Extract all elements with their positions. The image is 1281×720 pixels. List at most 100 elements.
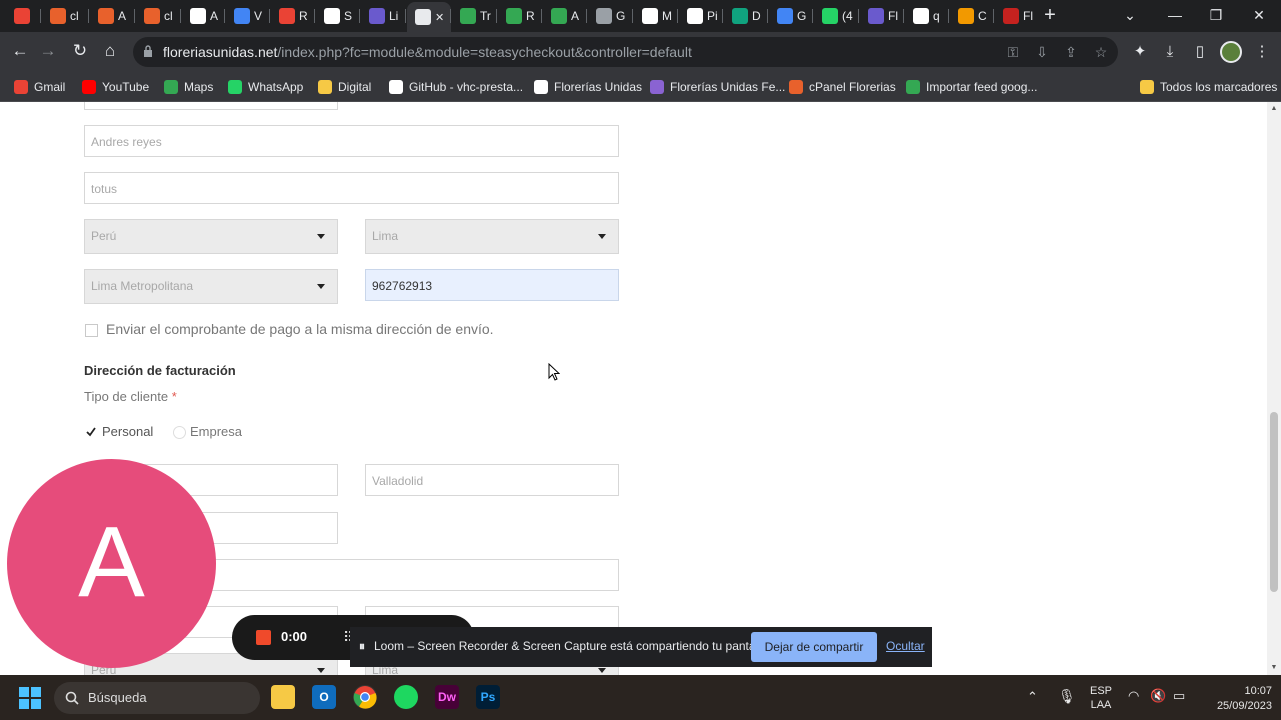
empresa-radio[interactable] bbox=[173, 426, 186, 439]
browser-tab[interactable]: (4 bbox=[814, 4, 854, 28]
bookmark-favicon-icon bbox=[906, 80, 920, 94]
file-explorer-icon[interactable] bbox=[271, 685, 295, 709]
bookmark-favicon-icon bbox=[389, 80, 403, 94]
same-address-label[interactable]: Enviar el comprobante de pago a la misma… bbox=[106, 321, 494, 337]
scrollbar-thumb[interactable] bbox=[1270, 412, 1278, 592]
browser-tab[interactable]: G bbox=[588, 4, 628, 28]
share-icon[interactable]: ⇪ bbox=[1063, 44, 1079, 60]
new-tab-button[interactable]: + bbox=[1040, 5, 1060, 26]
photoshop-icon[interactable]: Ps bbox=[476, 685, 500, 709]
name-input[interactable]: Andres reyes bbox=[84, 125, 619, 157]
browser-tab[interactable]: cl bbox=[136, 4, 176, 28]
phone-input[interactable]: 962762913 bbox=[365, 269, 619, 301]
stop-recording-button[interactable] bbox=[256, 630, 271, 645]
volume-muted-icon[interactable]: 🔇 bbox=[1150, 688, 1166, 704]
minimize-button[interactable]: — bbox=[1163, 4, 1187, 28]
empresa-option-label[interactable]: Empresa bbox=[190, 424, 242, 439]
billing-city-input[interactable]: Valladolid bbox=[365, 464, 619, 496]
outlook-icon[interactable]: O bbox=[312, 685, 336, 709]
chrome-menu-icon[interactable]: ⋮ bbox=[1252, 42, 1272, 62]
country-select[interactable]: Perú bbox=[84, 219, 338, 254]
scroll-down-arrow-icon[interactable]: ▼ bbox=[1270, 664, 1278, 672]
forward-button[interactable]: → bbox=[36, 40, 60, 64]
bookmark-item[interactable]: WhatsApp bbox=[228, 77, 303, 97]
browser-tab[interactable]: C bbox=[950, 4, 990, 28]
dreamweaver-icon[interactable]: Dw bbox=[435, 685, 459, 709]
browser-tab[interactable]: Tr bbox=[452, 4, 492, 28]
browser-tab[interactable]: M bbox=[634, 4, 674, 28]
browser-tab[interactable]: q bbox=[905, 4, 945, 28]
same-address-checkbox[interactable] bbox=[85, 324, 98, 337]
close-tab-icon[interactable]: ✕ bbox=[435, 11, 444, 24]
tray-overflow-icon[interactable]: ⌃ bbox=[1027, 689, 1038, 705]
browser-tab[interactable]: A bbox=[543, 4, 583, 28]
region-select[interactable]: Lima Metropolitana bbox=[84, 269, 338, 304]
hide-share-bar-link[interactable]: Ocultar bbox=[886, 639, 925, 653]
tab-separator bbox=[88, 9, 89, 23]
page-scrollbar[interactable]: ▲ ▼ bbox=[1267, 102, 1281, 675]
browser-tab[interactable]: A bbox=[90, 4, 130, 28]
browser-tab[interactable]: D bbox=[724, 4, 764, 28]
tab-favicon-icon bbox=[98, 8, 114, 24]
spotify-icon[interactable] bbox=[394, 685, 418, 709]
microphone-icon[interactable]: 🎙 bbox=[1058, 688, 1076, 705]
bookmark-item[interactable]: Importar feed goog... bbox=[906, 77, 1037, 97]
site-info-icon[interactable] bbox=[143, 45, 153, 57]
tab-title: cl bbox=[164, 9, 173, 23]
extensions-icon[interactable]: ✦ bbox=[1130, 42, 1150, 62]
browser-tab[interactable]: R bbox=[498, 4, 538, 28]
personal-radio-checked-icon[interactable] bbox=[85, 426, 97, 438]
tab-search-icon[interactable]: ⌄ bbox=[1118, 4, 1142, 28]
browser-tab[interactable]: cl bbox=[42, 4, 82, 28]
browser-tab[interactable]: V bbox=[226, 4, 266, 28]
browser-tab[interactable]: Li bbox=[361, 4, 401, 28]
partial-field-top[interactable] bbox=[84, 102, 338, 110]
bookmark-item[interactable]: Todos los marcadores bbox=[1140, 77, 1277, 97]
bookmark-item[interactable]: Florerías Unidas Fe... bbox=[650, 77, 785, 97]
browser-tab[interactable]: R bbox=[271, 4, 311, 28]
close-window-button[interactable]: ✕ bbox=[1247, 4, 1271, 28]
bookmark-label: YouTube bbox=[102, 80, 150, 94]
browser-tab[interactable]: S bbox=[316, 4, 356, 28]
browser-tab[interactable]: ✕ bbox=[407, 2, 451, 32]
clock[interactable]: 10:07 25/09/2023 bbox=[1202, 684, 1272, 714]
browser-tab[interactable]: A bbox=[182, 4, 222, 28]
personal-option-label[interactable]: Personal bbox=[102, 424, 153, 439]
wifi-icon[interactable]: ◠ bbox=[1128, 688, 1139, 704]
bookmark-item[interactable]: cPanel Florerias bbox=[789, 77, 896, 97]
bookmark-item[interactable]: Maps bbox=[164, 77, 213, 97]
key-icon[interactable]: ⚿ bbox=[1005, 44, 1021, 60]
language-indicator[interactable]: ESP LAA bbox=[1090, 684, 1112, 712]
scroll-up-arrow-icon[interactable]: ▲ bbox=[1270, 105, 1278, 113]
tab-title: cl bbox=[70, 9, 79, 23]
install-app-icon[interactable]: ⇩ bbox=[1034, 44, 1050, 60]
bookmark-item[interactable]: Florerías Unidas bbox=[534, 77, 642, 97]
windows-start-icon[interactable] bbox=[19, 687, 41, 709]
city-select[interactable]: Lima bbox=[365, 219, 619, 254]
stop-sharing-button[interactable]: Dejar de compartir bbox=[751, 632, 877, 662]
back-button[interactable]: ← bbox=[8, 40, 32, 64]
address-bar[interactable]: floreriasunidas.net/index.php?fc=module&… bbox=[133, 37, 1118, 67]
browser-tab[interactable]: Fl bbox=[995, 4, 1035, 28]
profile-avatar[interactable] bbox=[1220, 41, 1242, 63]
reload-button[interactable]: ↻ bbox=[68, 40, 92, 64]
loom-camera-avatar[interactable]: A bbox=[7, 459, 216, 668]
bookmark-item[interactable]: YouTube bbox=[82, 77, 149, 97]
tab-favicon-icon bbox=[144, 8, 160, 24]
bookmark-item[interactable]: GitHub - vhc-presta... bbox=[389, 77, 523, 97]
battery-icon[interactable]: ▭ bbox=[1173, 688, 1185, 704]
home-button[interactable]: ⌂ bbox=[98, 40, 122, 64]
share-drag-icon[interactable]: ⏸ bbox=[359, 639, 365, 654]
browser-tab[interactable]: G bbox=[769, 4, 809, 28]
side-panel-icon[interactable]: ▯ bbox=[1190, 42, 1210, 62]
company-input[interactable]: totus bbox=[84, 172, 619, 204]
taskbar-search[interactable]: Búsqueda bbox=[54, 682, 260, 714]
browser-tab[interactable]: Pi bbox=[679, 4, 719, 28]
bookmark-item[interactable]: Digital bbox=[318, 77, 371, 97]
bookmark-star-icon[interactable]: ☆ bbox=[1093, 44, 1109, 60]
downloads-icon[interactable]: ⤓ bbox=[1160, 42, 1180, 62]
chrome-icon[interactable] bbox=[353, 685, 377, 709]
browser-tab[interactable]: Fl bbox=[860, 4, 900, 28]
maximize-button[interactable]: ❐ bbox=[1204, 4, 1228, 28]
bookmark-item[interactable]: Gmail bbox=[14, 77, 65, 97]
